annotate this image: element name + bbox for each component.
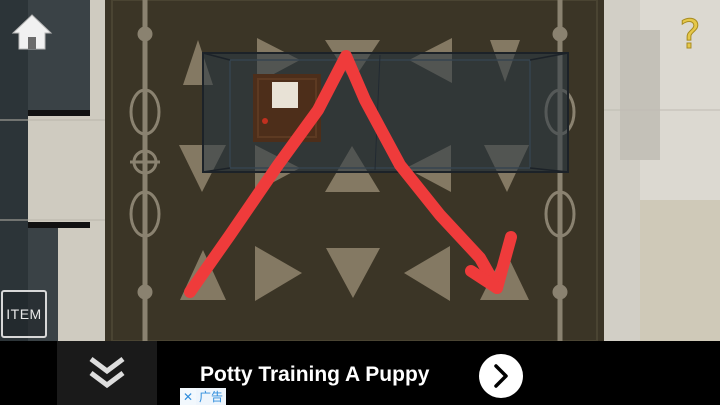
double-chevron-down-icon: [89, 357, 125, 389]
ad-title[interactable]: Potty Training A Puppy: [200, 363, 429, 387]
ad-go-button[interactable]: [479, 354, 523, 398]
home-icon: [11, 14, 53, 50]
home-button[interactable]: [10, 12, 54, 52]
ad-banner[interactable]: Potty Training A Puppy: [0, 341, 720, 405]
help-button[interactable]: ?: [670, 8, 710, 59]
ad-chevron-panel[interactable]: [57, 341, 157, 405]
chevron-right-icon: [494, 364, 508, 388]
question-mark-icon: ?: [679, 12, 701, 59]
ad-close-icon[interactable]: ✕: [180, 388, 196, 405]
ad-choices-badge[interactable]: ✕ 广告: [180, 388, 227, 405]
item-button[interactable]: ITEM: [1, 290, 47, 338]
ad-label: 广告: [196, 388, 227, 405]
help-glyph: ?: [679, 12, 700, 56]
wooden-box[interactable]: [253, 74, 321, 142]
